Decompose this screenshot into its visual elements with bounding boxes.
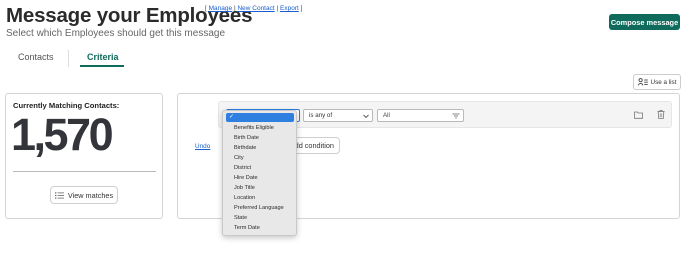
compose-message-button[interactable]: Compose message	[609, 14, 680, 30]
matching-contacts-count: 1,570	[11, 109, 114, 160]
list-icon	[54, 191, 64, 199]
link-separator: |	[276, 5, 279, 12]
field-dropdown-menu: ✓ Benefits Eligible Birth Date Birthdate…	[222, 110, 297, 236]
chevron-down-icon	[363, 114, 369, 119]
use-a-list-button[interactable]: Use a list	[633, 74, 681, 90]
operator-value: is any of	[309, 112, 333, 119]
new-contact-link[interactable]: New Contact	[237, 5, 274, 12]
card-divider	[13, 171, 156, 172]
value-placeholder: All	[383, 112, 390, 119]
dropdown-option[interactable]: Benefits Eligible	[234, 124, 274, 132]
dropdown-option[interactable]: State	[234, 214, 247, 222]
operator-select[interactable]: is any of	[303, 109, 373, 122]
tab-contacts[interactable]: Contacts	[18, 52, 54, 62]
dropdown-option[interactable]: Birth Date	[234, 134, 259, 142]
dropdown-option[interactable]: Preferred Language	[234, 204, 284, 212]
undo-link[interactable]: Undo	[195, 143, 210, 150]
value-select[interactable]: All	[377, 109, 464, 122]
links-open-bracket: [	[205, 5, 207, 12]
dropdown-option[interactable]: Birthdate	[234, 144, 256, 152]
tab-criteria[interactable]: Criteria	[87, 52, 119, 62]
dropdown-option[interactable]: Hire Date	[234, 174, 258, 182]
dropdown-option[interactable]: City	[234, 154, 244, 162]
folder-icon[interactable]	[634, 111, 643, 119]
tab-divider	[68, 50, 69, 67]
user-list-icon	[637, 78, 648, 86]
dropdown-option[interactable]: Term Date	[234, 224, 260, 232]
dropdown-selected-option[interactable]: ✓	[226, 113, 294, 122]
view-matches-label: View matches	[67, 190, 114, 200]
links-close-bracket: ]	[300, 5, 303, 12]
page-subtitle: Select which Employees should get this m…	[6, 28, 226, 39]
active-tab-indicator	[80, 65, 124, 67]
dropdown-option[interactable]: Job Title	[234, 184, 255, 192]
trash-icon[interactable]	[657, 110, 665, 119]
link-separator: |	[233, 5, 236, 12]
view-matches-button[interactable]: View matches	[50, 186, 118, 204]
dropdown-option[interactable]: District	[234, 164, 251, 172]
dropdown-option[interactable]: Location	[234, 194, 255, 202]
manage-link[interactable]: Manage	[209, 5, 233, 12]
use-a-list-label: Use a list	[650, 78, 677, 86]
filter-icon	[452, 113, 460, 119]
header-links: [ Manage | New Contact | Export ]	[205, 5, 302, 12]
export-link[interactable]: Export	[280, 5, 299, 12]
